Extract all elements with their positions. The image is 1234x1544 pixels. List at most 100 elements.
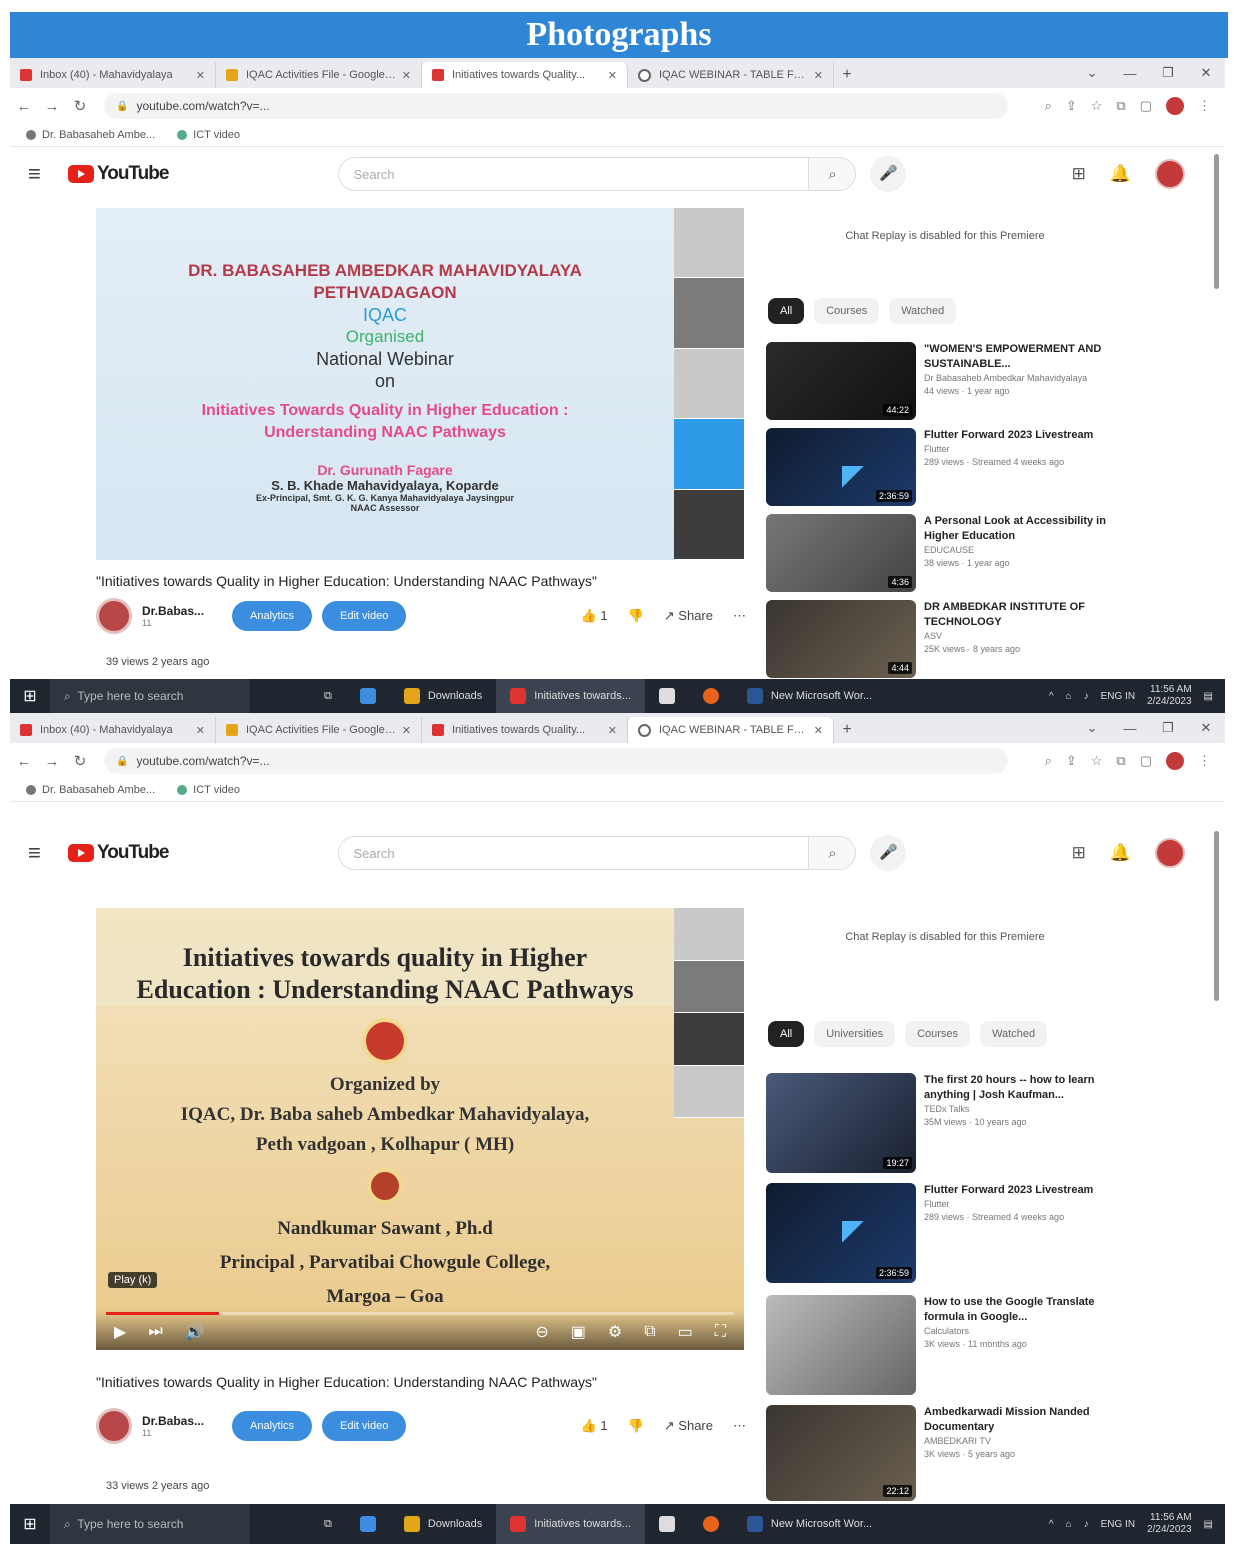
- bookmark-item[interactable]: Dr. Babasaheb Ambe...: [26, 784, 155, 796]
- chip-watched[interactable]: Watched: [889, 298, 957, 324]
- video-thumbnail[interactable]: 4:44: [766, 600, 916, 678]
- more-actions-icon[interactable]: ⋯: [733, 608, 746, 624]
- close-window-button[interactable]: ✕: [1187, 65, 1225, 81]
- star-icon[interactable]: ☆: [1091, 98, 1103, 114]
- clock[interactable]: 11:56 AM 2/24/2023: [1147, 684, 1192, 708]
- share-button[interactable]: ↗ Share: [664, 1418, 713, 1434]
- zoom-icon[interactable]: ⌕: [1045, 98, 1052, 114]
- menu-icon[interactable]: ⋮: [1198, 98, 1211, 114]
- taskbar-app-browser[interactable]: Initiatives towards...: [496, 1504, 645, 1544]
- bookmark-item[interactable]: ICT video: [177, 784, 240, 796]
- chip-all[interactable]: All: [768, 1021, 805, 1047]
- clock[interactable]: 11:56 AM 2/24/2023: [1147, 1512, 1192, 1536]
- notifications-icon[interactable]: ▤: [1204, 691, 1213, 702]
- page-scrollbar[interactable]: [1214, 154, 1219, 289]
- browser-tab[interactable]: Inbox (40) - Mahavidyalaya ✕: [10, 62, 216, 88]
- create-video-icon[interactable]: ⊞: [1072, 843, 1086, 863]
- theater-mode-icon[interactable]: ▭: [678, 1322, 693, 1342]
- rec-title[interactable]: How to use the Google Translate formula …: [924, 1295, 1114, 1325]
- forward-button[interactable]: →: [38, 753, 66, 770]
- rec-title[interactable]: The first 20 hours -- how to learn anyth…: [924, 1073, 1114, 1103]
- fullscreen-icon[interactable]: ⛶: [715, 1323, 726, 1341]
- rec-title[interactable]: Ambedkarwadi Mission Nanded Documentary: [924, 1405, 1114, 1435]
- progress-bar[interactable]: [106, 1312, 734, 1315]
- share-icon[interactable]: ⇪: [1066, 753, 1077, 769]
- close-icon[interactable]: ✕: [814, 69, 823, 82]
- search-icon[interactable]: ⌕: [808, 157, 857, 191]
- video-thumbnail[interactable]: [766, 1295, 916, 1395]
- bookmark-item[interactable]: ICT video: [177, 129, 240, 141]
- close-icon[interactable]: ✕: [814, 724, 823, 737]
- chip-courses[interactable]: Courses: [905, 1021, 971, 1047]
- browser-tab[interactable]: Inbox (40) - Mahavidyalaya ✕: [10, 717, 216, 743]
- recommended-video[interactable]: 2:36:59 Flutter Forward 2023 Livestream F…: [766, 428, 1166, 506]
- minimize-button[interactable]: —: [1111, 66, 1149, 81]
- chevron-down-icon[interactable]: ⌄: [1073, 65, 1111, 81]
- edge-icon[interactable]: [346, 679, 390, 713]
- rec-title[interactable]: Flutter Forward 2023 Livestream: [924, 1183, 1114, 1198]
- bookmark-item[interactable]: Dr. Babasaheb Ambe...: [26, 129, 155, 141]
- close-icon[interactable]: ✕: [608, 69, 617, 82]
- restore-button[interactable]: ❐: [1149, 65, 1187, 81]
- volume-icon[interactable]: ♪: [1084, 1519, 1089, 1530]
- language-indicator[interactable]: ENG IN: [1101, 691, 1135, 702]
- account-avatar[interactable]: [1155, 159, 1185, 189]
- close-icon[interactable]: ✕: [196, 724, 205, 737]
- analytics-button[interactable]: Analytics: [232, 1411, 313, 1441]
- page-scrollbar[interactable]: [1214, 831, 1219, 1001]
- windows-start-icon[interactable]: ⊞: [10, 686, 50, 706]
- tray-chevron-icon[interactable]: ^: [1049, 691, 1054, 702]
- microphone-icon[interactable]: 🎤: [870, 156, 907, 192]
- chip-watched[interactable]: Watched: [980, 1021, 1048, 1047]
- dislike-icon[interactable]: 👎: [628, 608, 644, 624]
- back-button[interactable]: ←: [10, 753, 38, 770]
- recommended-video[interactable]: 22:12 Ambedkarwadi Mission Nanded Docume…: [766, 1405, 1166, 1501]
- recommended-video[interactable]: 19:27 The first 20 hours -- how to learn…: [766, 1073, 1166, 1173]
- chip-courses[interactable]: Courses: [814, 298, 880, 324]
- video-player[interactable]: Initiatives towards quality in Higher Ed…: [96, 908, 744, 1350]
- close-icon[interactable]: ✕: [402, 69, 411, 82]
- settings-gear-icon[interactable]: ⚙: [608, 1322, 622, 1342]
- edge-icon[interactable]: [346, 1504, 390, 1544]
- video-player[interactable]: DR. BABASAHEB AMBEDKAR MAHAVIDYALAYA PET…: [96, 208, 744, 560]
- edit-video-button[interactable]: Edit video: [322, 601, 407, 631]
- more-actions-icon[interactable]: ⋯: [733, 1418, 746, 1434]
- notepad-icon[interactable]: [645, 679, 689, 713]
- language-indicator[interactable]: ENG IN: [1101, 1519, 1135, 1530]
- star-icon[interactable]: ☆: [1091, 753, 1103, 769]
- taskbar-search-input[interactable]: ⌕ Type here to search: [50, 1504, 250, 1544]
- recommended-video[interactable]: 4:36 A Personal Look at Accessibility in…: [766, 514, 1166, 592]
- video-thumbnail[interactable]: 2:36:59: [766, 428, 916, 506]
- sidebar-icon[interactable]: ▢: [1140, 98, 1152, 114]
- reload-button[interactable]: ↻: [66, 97, 94, 115]
- account-avatar[interactable]: [1155, 838, 1185, 868]
- hamburger-menu-icon[interactable]: ≡: [28, 161, 68, 187]
- close-icon[interactable]: ✕: [196, 69, 205, 82]
- channel-name[interactable]: Dr.Babas...: [142, 604, 222, 618]
- volume-icon[interactable]: ♪: [1084, 691, 1089, 702]
- chip-all[interactable]: All: [768, 298, 805, 324]
- rec-title[interactable]: Flutter Forward 2023 Livestream: [924, 428, 1114, 443]
- channel-avatar[interactable]: [96, 598, 132, 634]
- new-tab-button[interactable]: +: [834, 717, 860, 743]
- video-thumbnail[interactable]: 19:27: [766, 1073, 916, 1173]
- task-view-icon[interactable]: ⧉: [310, 1504, 346, 1544]
- video-thumbnail[interactable]: 44:22: [766, 342, 916, 420]
- taskbar-app-downloads[interactable]: Downloads: [390, 679, 496, 713]
- search-icon[interactable]: ⌕: [808, 836, 857, 870]
- windows-start-icon[interactable]: ⊞: [10, 1514, 50, 1534]
- close-icon[interactable]: ✕: [402, 724, 411, 737]
- youtube-logo[interactable]: YouTube: [68, 163, 169, 185]
- play-icon[interactable]: ▶: [114, 1322, 126, 1342]
- profile-avatar[interactable]: [1166, 97, 1184, 115]
- notifications-bell-icon[interactable]: 🔔: [1110, 164, 1131, 184]
- notifications-bell-icon[interactable]: 🔔: [1110, 843, 1131, 863]
- chevron-down-icon[interactable]: ⌄: [1073, 720, 1111, 736]
- network-icon[interactable]: ⌂: [1066, 691, 1072, 702]
- share-icon[interactable]: ⇪: [1066, 98, 1077, 114]
- taskbar-app-word[interactable]: New Microsoft Wor...: [733, 679, 886, 713]
- channel-avatar[interactable]: [96, 1408, 132, 1444]
- sidebar-icon[interactable]: ▢: [1140, 753, 1152, 769]
- rec-title[interactable]: A Personal Look at Accessibility in High…: [924, 514, 1114, 544]
- miniplayer-icon[interactable]: ⧉: [644, 1323, 655, 1341]
